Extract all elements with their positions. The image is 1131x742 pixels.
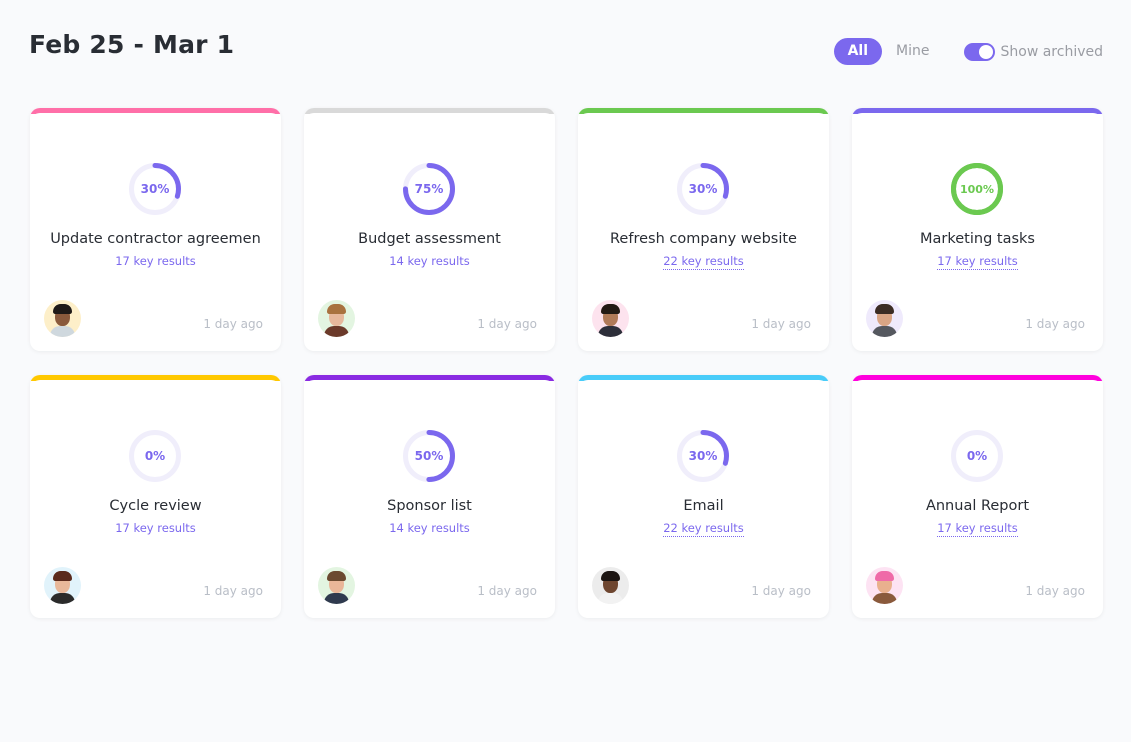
progress-ring: 0% bbox=[949, 428, 1005, 484]
key-results-link[interactable]: 17 key results bbox=[115, 521, 196, 536]
goal-card[interactable]: 30% Update contractor agreemen 17 key re… bbox=[30, 108, 281, 351]
avatar-man-suit-icon[interactable] bbox=[318, 567, 355, 604]
updated-time: 1 day ago bbox=[1025, 317, 1085, 331]
avatar-body bbox=[324, 326, 349, 337]
updated-time: 1 day ago bbox=[477, 584, 537, 598]
avatar-body bbox=[598, 593, 623, 604]
progress-label: 0% bbox=[144, 449, 166, 463]
progress-ring: 30% bbox=[675, 161, 731, 217]
key-results-link[interactable]: 22 key results bbox=[663, 254, 744, 270]
avatar-body bbox=[50, 593, 75, 604]
goal-card[interactable]: 0% Cycle review 17 key results 1 day ago bbox=[30, 375, 281, 618]
filter-mine-button[interactable]: Mine bbox=[882, 38, 943, 65]
avatar-hair bbox=[875, 571, 894, 581]
avatar-hair bbox=[327, 571, 346, 581]
key-results-link[interactable]: 17 key results bbox=[115, 254, 196, 269]
progress-label: 30% bbox=[140, 182, 170, 196]
avatar-hair bbox=[601, 571, 620, 581]
key-results-link[interactable]: 17 key results bbox=[937, 254, 1018, 270]
progress-label: 0% bbox=[966, 449, 988, 463]
progress-label: 30% bbox=[688, 182, 718, 196]
progress-label: 50% bbox=[414, 449, 444, 463]
avatar-woman-pink-hat-icon[interactable] bbox=[866, 567, 903, 604]
avatar-body bbox=[872, 593, 897, 604]
avatar-body bbox=[324, 593, 349, 604]
avatar-man-smiling-icon[interactable] bbox=[866, 300, 903, 337]
goal-card[interactable]: 100% Marketing tasks 17 key results 1 da… bbox=[852, 108, 1103, 351]
filter-all-button[interactable]: All bbox=[833, 38, 883, 65]
progress-ring: 75% bbox=[401, 161, 457, 217]
goal-card[interactable]: 75% Budget assessment 14 key results 1 d… bbox=[304, 108, 555, 351]
goal-name[interactable]: Budget assessment bbox=[304, 231, 555, 247]
goal-name[interactable]: Refresh company website bbox=[578, 231, 829, 247]
show-archived-label: Show archived bbox=[1000, 43, 1104, 60]
key-results-link[interactable]: 14 key results bbox=[389, 521, 470, 536]
progress-ring: 0% bbox=[127, 428, 183, 484]
progress-label: 75% bbox=[414, 182, 444, 196]
updated-time: 1 day ago bbox=[203, 317, 263, 331]
progress-ring: 50% bbox=[401, 428, 457, 484]
goal-name[interactable]: Update contractor agreemen bbox=[30, 231, 281, 247]
goal-card[interactable]: 30% Refresh company website 22 key resul… bbox=[578, 108, 829, 351]
updated-time: 1 day ago bbox=[1025, 584, 1085, 598]
avatar-hair bbox=[53, 304, 72, 314]
progress-label: 100% bbox=[960, 182, 994, 196]
avatar-woman-glasses-icon[interactable] bbox=[592, 567, 629, 604]
progress-ring: 100% bbox=[949, 161, 1005, 217]
key-results-link[interactable]: 17 key results bbox=[937, 521, 1018, 537]
goal-name[interactable]: Cycle review bbox=[30, 498, 281, 514]
avatar-hair bbox=[327, 304, 346, 314]
goal-name[interactable]: Marketing tasks bbox=[852, 231, 1103, 247]
progress-ring: 30% bbox=[675, 428, 731, 484]
avatar-hair bbox=[601, 304, 620, 314]
avatar-man-beard-icon[interactable] bbox=[44, 300, 81, 337]
avatar-woman-blonde-icon[interactable] bbox=[318, 300, 355, 337]
goal-card[interactable]: 50% Sponsor list 14 key results 1 day ag… bbox=[304, 375, 555, 618]
key-results-link[interactable]: 14 key results bbox=[389, 254, 470, 269]
goal-card[interactable]: 30% Email 22 key results 1 day ago bbox=[578, 375, 829, 618]
progress-label: 30% bbox=[688, 449, 718, 463]
show-archived-toggle[interactable]: Show archived bbox=[963, 42, 1104, 61]
updated-time: 1 day ago bbox=[203, 584, 263, 598]
key-results-link[interactable]: 22 key results bbox=[663, 521, 744, 537]
progress-ring: 30% bbox=[127, 161, 183, 217]
filter-bar: All Mine Show archived bbox=[833, 38, 1104, 65]
updated-time: 1 day ago bbox=[477, 317, 537, 331]
goal-card[interactable]: 0% Annual Report 17 key results 1 day ag… bbox=[852, 375, 1103, 618]
avatar-man-afro-icon[interactable] bbox=[592, 300, 629, 337]
avatar-body bbox=[598, 326, 623, 337]
avatar-body bbox=[872, 326, 897, 337]
goal-name[interactable]: Email bbox=[578, 498, 829, 514]
goal-name[interactable]: Sponsor list bbox=[304, 498, 555, 514]
avatar-hair bbox=[875, 304, 894, 314]
avatar-woman-brunette-icon[interactable] bbox=[44, 567, 81, 604]
page-title: Feb 25 - Mar 1 bbox=[29, 30, 235, 59]
avatar-hair bbox=[53, 571, 72, 581]
updated-time: 1 day ago bbox=[751, 584, 811, 598]
updated-time: 1 day ago bbox=[751, 317, 811, 331]
goal-name[interactable]: Annual Report bbox=[852, 498, 1103, 514]
avatar-body bbox=[50, 326, 75, 337]
toggle-knob bbox=[978, 44, 993, 59]
toggle-switch[interactable] bbox=[963, 42, 995, 61]
header: Feb 25 - Mar 1 All Mine Show archived bbox=[0, 0, 1131, 100]
